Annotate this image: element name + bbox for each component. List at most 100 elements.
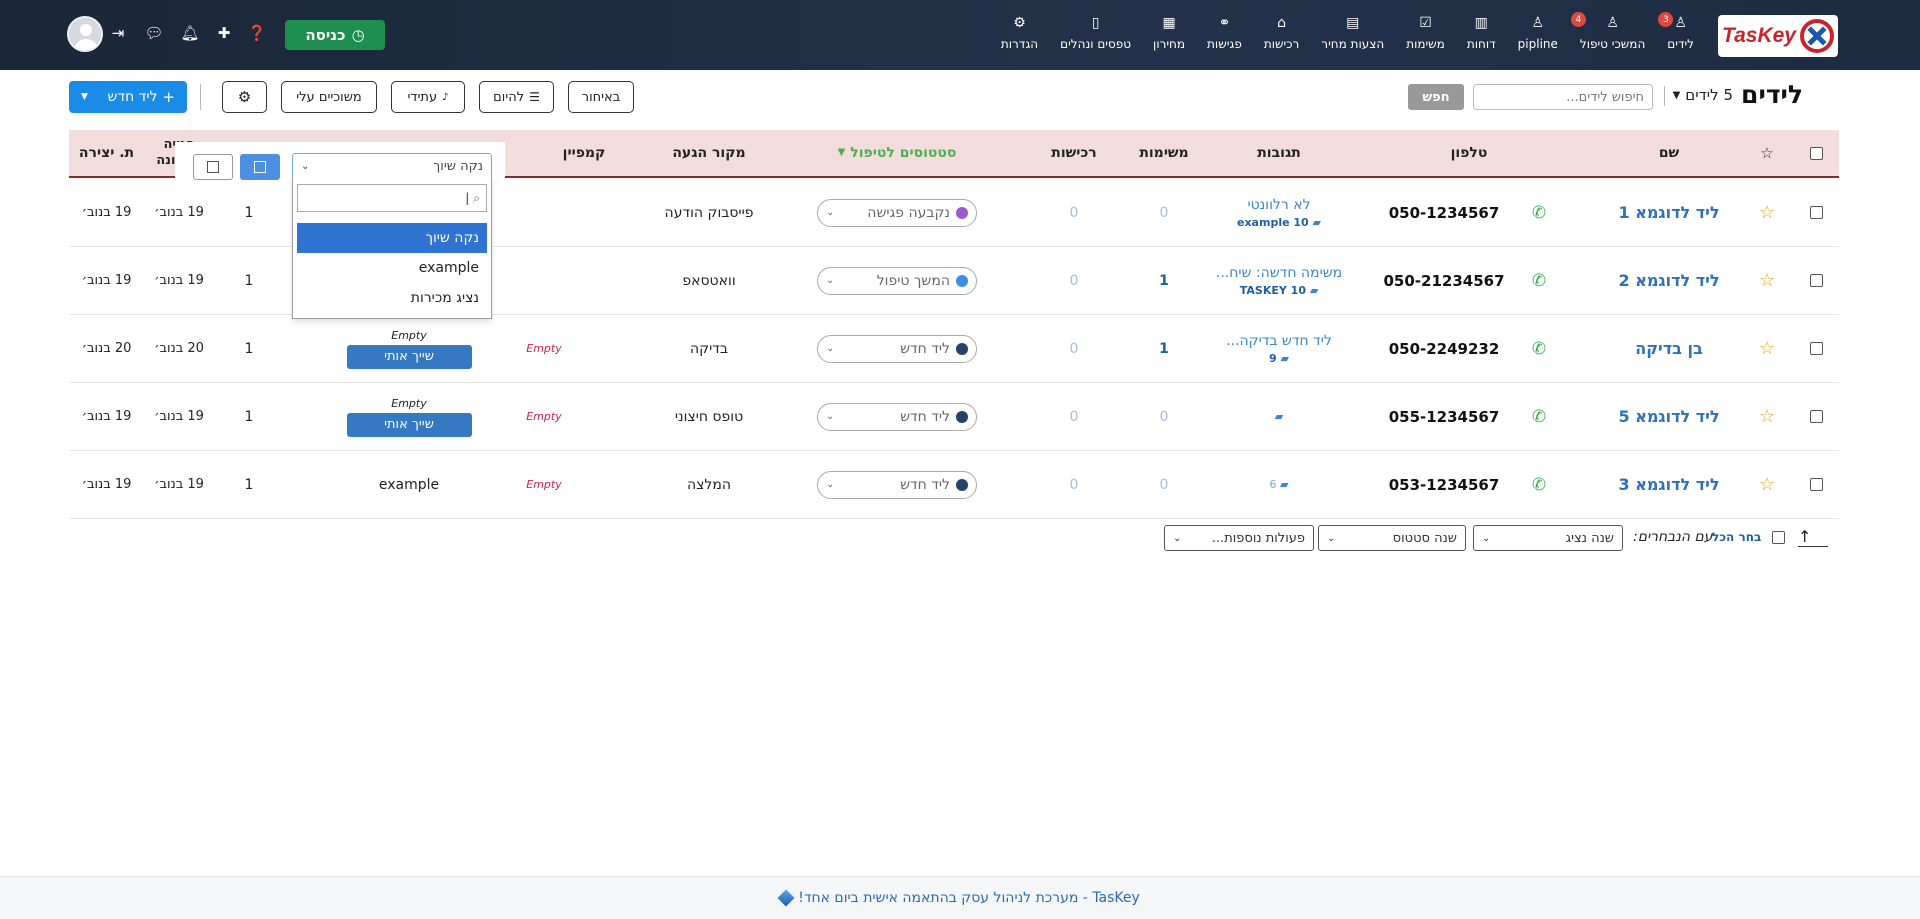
- responses-cell[interactable]: ליד חדש בדיקה... ▰ 9: [1209, 315, 1349, 382]
- chat-icon[interactable]: 💬︎: [142, 20, 166, 46]
- purchases-count[interactable]: 0: [1029, 247, 1119, 314]
- header-source[interactable]: מקור הגעה: [639, 130, 779, 176]
- responses-cell[interactable]: לא רלוונטי ▰ 10 example: [1209, 179, 1349, 246]
- responses-cell[interactable]: ▰: [1209, 383, 1349, 450]
- row-checkbox[interactable]: [1809, 206, 1823, 219]
- status-select[interactable]: ליד חדש ⌄: [817, 334, 977, 363]
- status-select[interactable]: ליד חדש ⌄: [817, 402, 977, 431]
- checkbox[interactable]: [1772, 530, 1785, 544]
- row-checkbox[interactable]: [1809, 274, 1823, 287]
- header-purchases[interactable]: רכישות: [1029, 130, 1119, 176]
- table-row[interactable]: ☆ ליד לדוגמא 5 ✆ 055-1234567 ▰ 0 0 ליד חדש ⌄ טופ…: [69, 383, 1839, 451]
- row-checkbox[interactable]: [1809, 342, 1823, 355]
- campaign-cell[interactable]: Empty: [504, 451, 584, 518]
- lead-name-link[interactable]: ליד לדוגמא 1: [1618, 203, 1719, 222]
- header-campaign[interactable]: קמפיין: [534, 130, 634, 176]
- user-avatar[interactable]: [67, 16, 103, 52]
- campaign-cell[interactable]: Empty: [504, 315, 584, 382]
- campaign-cell[interactable]: [504, 179, 584, 246]
- purchases-count[interactable]: 0: [1029, 383, 1119, 450]
- favorite-star-icon[interactable]: ☆: [1752, 247, 1782, 314]
- phone-number[interactable]: 053-1234567: [1389, 476, 1500, 494]
- filter-future-button[interactable]: ♪ עתידי: [391, 81, 465, 113]
- filter-late-button[interactable]: באיחור: [568, 81, 634, 113]
- responses-cell[interactable]: משימה חדשה: שיח... ▰ 10 TASKEY: [1209, 247, 1349, 314]
- header-star-icon[interactable]: ☆: [1752, 130, 1782, 176]
- header-status[interactable]: סטטוסים לטיפול ▼: [797, 130, 997, 176]
- responses-cell[interactable]: ▰ 6: [1209, 451, 1349, 518]
- assign-select[interactable]: נקה שיוך ⌄: [292, 153, 492, 179]
- tasks-count[interactable]: 0: [1119, 383, 1209, 450]
- search-input[interactable]: [1473, 84, 1653, 110]
- tasks-count[interactable]: 1: [1119, 247, 1209, 314]
- lead-name-link[interactable]: ליד לדוגמא 5: [1618, 407, 1719, 426]
- new-lead-button[interactable]: + ליד חדש ▼: [69, 81, 187, 113]
- nav-item[interactable]: ☑ משימות: [1395, 14, 1456, 51]
- change-agent-select[interactable]: שנה נציג ⌄: [1473, 525, 1623, 551]
- favorite-star-icon[interactable]: ☆: [1752, 179, 1782, 246]
- status-select[interactable]: המשך טיפול ⌄: [817, 266, 977, 295]
- campaign-cell[interactable]: [504, 247, 584, 314]
- purchases-count[interactable]: 0: [1029, 315, 1119, 382]
- bulk-select-all-checkbox[interactable]: [1772, 523, 1785, 551]
- checkbox[interactable]: [1809, 146, 1823, 160]
- status-select[interactable]: ליד חדש ⌄: [817, 470, 977, 499]
- campaign-cell[interactable]: Empty: [504, 383, 584, 450]
- tasks-count[interactable]: 1: [1119, 315, 1209, 382]
- nav-item[interactable]: ⚭ פגישות: [1196, 14, 1253, 51]
- assign-option[interactable]: נקה שיוך: [297, 223, 487, 253]
- header-tasks[interactable]: משימות: [1119, 130, 1209, 176]
- nav-item[interactable]: ▤ הצעות מחיר: [1310, 14, 1395, 51]
- tasks-count[interactable]: 0: [1119, 451, 1209, 518]
- favorite-star-icon[interactable]: ☆: [1752, 383, 1782, 450]
- row-checkbox[interactable]: [1809, 478, 1823, 491]
- nav-item[interactable]: ▯ טפסים ונהלים: [1049, 14, 1142, 51]
- last-response[interactable]: ליד חדש בדיקה...: [1226, 333, 1332, 349]
- assigned-agent[interactable]: example: [379, 477, 439, 493]
- settings-gears-button[interactable]: ⚙: [222, 81, 267, 113]
- nav-item[interactable]: ▦ מחירון: [1142, 14, 1196, 51]
- favorite-star-icon[interactable]: ☆: [1752, 451, 1782, 518]
- favorite-star-icon[interactable]: ☆: [1752, 315, 1782, 382]
- lead-name-link[interactable]: בן בדיקה: [1635, 339, 1702, 358]
- change-status-select[interactable]: שנה סטטוס ⌄: [1318, 525, 1466, 551]
- purchases-count[interactable]: 0: [1029, 179, 1119, 246]
- header-name[interactable]: שם: [1599, 130, 1739, 176]
- whatsapp-icon[interactable]: ✆: [1519, 179, 1559, 246]
- search-button[interactable]: חפש: [1408, 84, 1464, 110]
- last-response[interactable]: משימה חדשה: שיח...: [1216, 265, 1342, 281]
- whatsapp-icon[interactable]: ✆: [1519, 247, 1559, 314]
- plus-icon[interactable]: ✚: [212, 20, 236, 46]
- bulk-select-all-label[interactable]: בחר הכל: [1712, 523, 1761, 551]
- table-row[interactable]: ☆ ליד לדוגמא 3 ✆ 053-1234567 ▰ 6 0 0 ליד חדש ⌄ המ…: [69, 451, 1839, 519]
- assign-option[interactable]: נציג מכירות: [297, 283, 487, 313]
- lead-name-link[interactable]: ליד לדוגמא 2: [1618, 271, 1719, 290]
- header-phone[interactable]: טלפון: [1369, 130, 1569, 176]
- nav-item[interactable]: ♙ pipline: [1507, 14, 1569, 51]
- status-select[interactable]: נקבעה פגישה ⌄: [817, 198, 977, 227]
- bell-icon[interactable]: 🔔︎: [178, 20, 202, 46]
- nav-item[interactable]: ⌂ רכישות: [1253, 14, 1310, 51]
- assign-me-button[interactable]: שייך אותי: [346, 344, 472, 369]
- more-actions-select[interactable]: פעולות נוספות... ⌄: [1164, 525, 1314, 551]
- nav-item[interactable]: ♙ המשכי טיפול 4: [1569, 12, 1656, 51]
- nav-item[interactable]: ⚙ הגדרות: [990, 14, 1049, 51]
- header-select-all-checkbox[interactable]: [1802, 130, 1830, 176]
- sign-in-icon[interactable]: ⇥: [106, 20, 130, 46]
- phone-number[interactable]: 050-1234567: [1389, 204, 1500, 222]
- header-created[interactable]: ת. יצירה: [69, 130, 144, 176]
- phone-number[interactable]: 055-1234567: [1389, 408, 1500, 426]
- header-responses[interactable]: תגובות: [1209, 130, 1349, 176]
- leads-count-dropdown[interactable]: 5 לידים ▼: [1673, 86, 1733, 104]
- table-row[interactable]: ☆ בן בדיקה ✆ 050-2249232 ליד חדש בדיקה... ▰ 9…: [69, 315, 1839, 383]
- phone-number[interactable]: 050-2249232: [1389, 340, 1500, 358]
- tasks-count[interactable]: 0: [1119, 179, 1209, 246]
- phone-number[interactable]: 050-21234567: [1383, 272, 1504, 290]
- last-response[interactable]: לא רלוונטי: [1247, 197, 1310, 213]
- taskey-logo[interactable]: TasKey: [1718, 15, 1838, 57]
- caret-down-icon[interactable]: ▼: [81, 92, 88, 102]
- row-checkbox[interactable]: [1809, 410, 1823, 423]
- nav-item[interactable]: ▥ דוחות: [1456, 14, 1507, 51]
- whatsapp-icon[interactable]: ✆: [1519, 451, 1559, 518]
- assign-dropdown-search[interactable]: ⌕ |: [297, 184, 487, 212]
